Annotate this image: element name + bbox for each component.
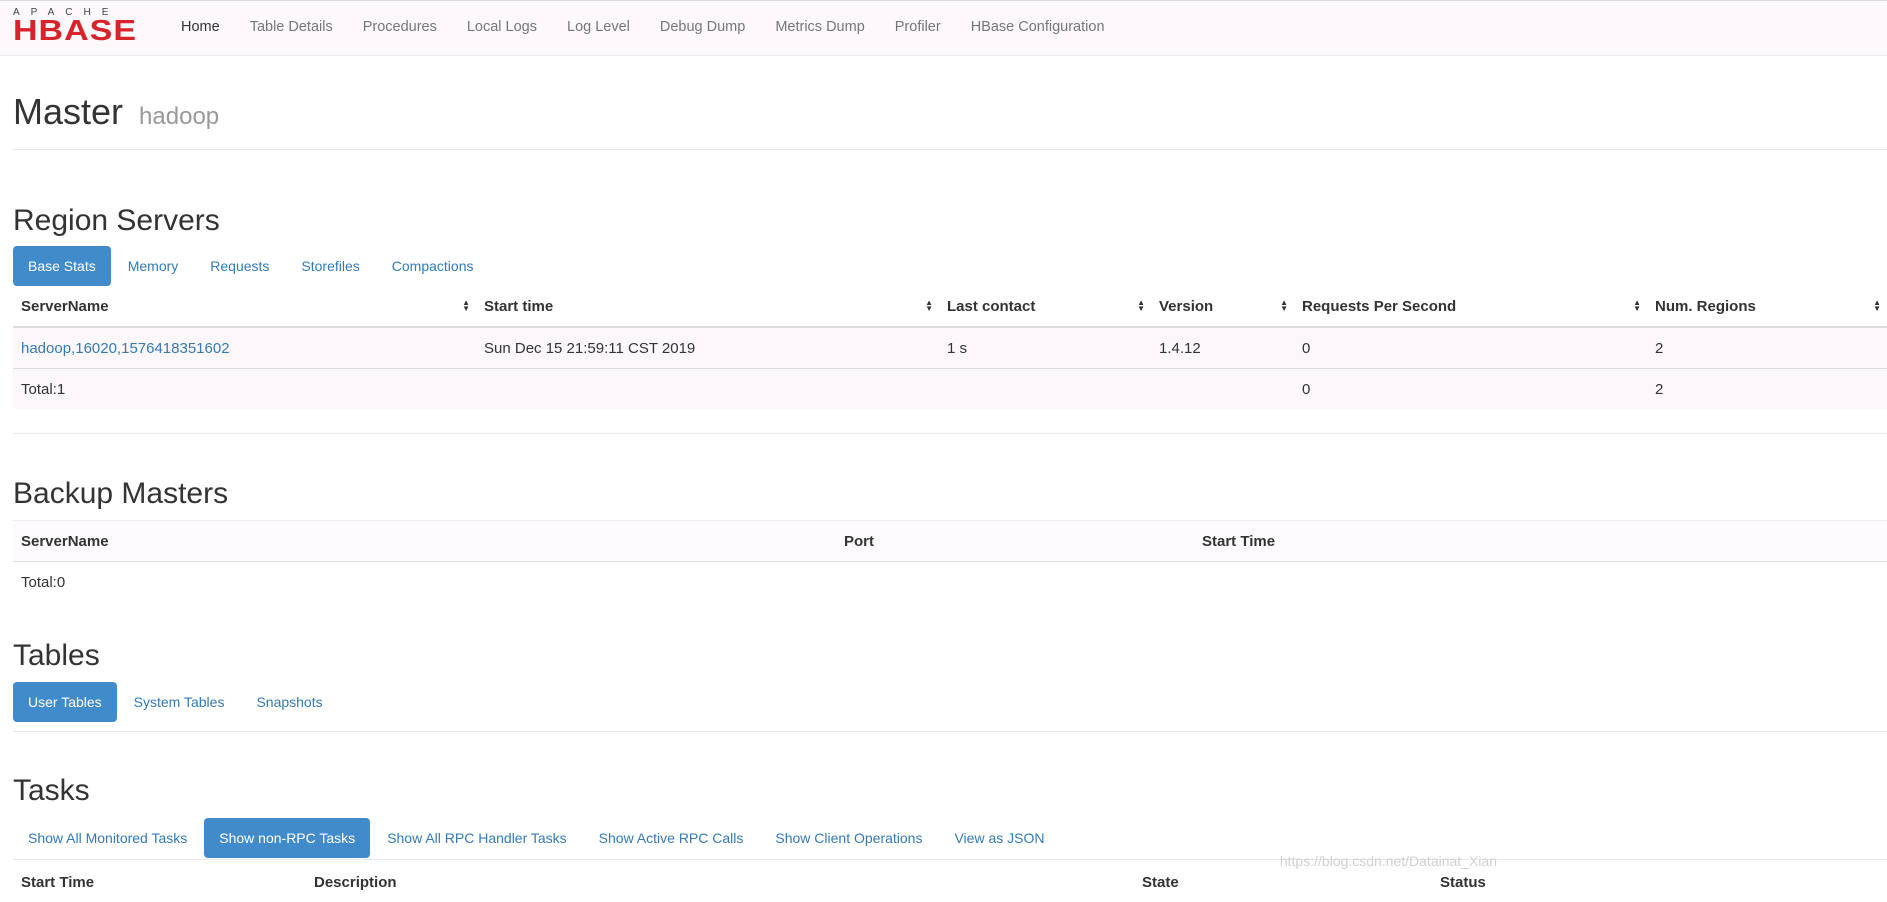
nav-metrics-dump[interactable]: Metrics Dump	[760, 1, 879, 53]
tab-rpc-handler-tasks[interactable]: Show All RPC Handler Tasks	[372, 818, 581, 858]
tab-base-stats[interactable]: Base Stats	[13, 246, 111, 286]
cell-start-time: Sun Dec 15 21:59:11 CST 2019	[476, 327, 939, 369]
nav-hbase-configuration[interactable]: HBase Configuration	[956, 1, 1120, 53]
nav-home[interactable]: Home	[166, 1, 235, 53]
tab-view-as-json[interactable]: View as JSON	[939, 818, 1059, 858]
logo-hbase-text: HBASE	[13, 14, 138, 47]
tasks-tabs: Show All Monitored Tasks Show non-RPC Ta…	[13, 818, 1061, 858]
col-start-time-label: Start time	[484, 297, 554, 315]
tab-user-tables[interactable]: User Tables	[13, 682, 117, 722]
nav-table-details[interactable]: Table Details	[235, 1, 348, 53]
table-total-row: Total:0	[13, 562, 1887, 603]
bm-total-label: Total:0	[21, 573, 66, 591]
col-servername-label: ServerName	[21, 297, 109, 315]
nav-menu: Home Table Details Procedures Local Logs…	[166, 1, 1120, 53]
tab-storefiles[interactable]: Storefiles	[286, 246, 374, 286]
col-servername[interactable]: ServerName ▲ ▼	[13, 286, 476, 328]
tab-active-rpc-calls[interactable]: Show Active RPC Calls	[584, 818, 759, 858]
table-row: hadoop,16020,1576418351602 Sun Dec 15 21…	[13, 327, 1887, 369]
tab-client-operations[interactable]: Show Client Operations	[760, 818, 937, 858]
region-servers-table: ServerName ▲ ▼ Start time ▲ ▼ Last contact ▲ ▼…	[13, 286, 1887, 409]
cell-servername: hadoop,16020,1576418351602	[13, 327, 476, 369]
col-start-time[interactable]: Start time ▲ ▼	[476, 286, 939, 328]
nav-local-logs[interactable]: Local Logs	[452, 1, 552, 53]
page-title: Master hadoop	[13, 92, 219, 137]
tab-compactions[interactable]: Compactions	[377, 246, 489, 286]
cell-num-regions: 2	[1647, 327, 1887, 369]
watermark: https://blog.csdn.net/Datainat_Xian	[1279, 853, 1497, 869]
col-bm-start-time: Start Time	[1194, 520, 1887, 562]
col-task-start-time: Start Time	[21, 873, 95, 891]
divider	[13, 149, 1887, 150]
col-task-status: Status	[1440, 873, 1486, 891]
col-requests-per-second[interactable]: Requests Per Second ▲ ▼	[1294, 286, 1647, 328]
backup-masters-table: ServerName Port Start Time Total:0	[13, 520, 1887, 602]
cell-version: 1.4.12	[1151, 327, 1294, 369]
col-version[interactable]: Version ▲ ▼	[1151, 286, 1294, 328]
tables-title: Tables	[13, 639, 100, 672]
navbar: APACHE HBASE Home Table Details Procedur…	[0, 0, 1887, 56]
total-label: Total:1	[13, 368, 476, 409]
tab-snapshots[interactable]: Snapshots	[241, 682, 337, 722]
hbase-logo[interactable]: APACHE HBASE	[13, 8, 151, 46]
backup-masters-title: Backup Masters	[13, 477, 229, 510]
divider	[13, 859, 1887, 860]
cell-rps: 0	[1294, 327, 1647, 369]
tab-requests[interactable]: Requests	[195, 246, 284, 286]
tab-memory[interactable]: Memory	[113, 246, 194, 286]
sort-icon[interactable]: ▲ ▼	[1873, 299, 1881, 313]
tasks-table: Start Time Description State Status	[13, 862, 1887, 902]
nav-procedures[interactable]: Procedures	[348, 1, 452, 53]
region-servers-title: Region Servers	[13, 204, 220, 237]
col-last-contact-label: Last contact	[947, 297, 1036, 315]
total-regions: 2	[1647, 368, 1887, 409]
tab-system-tables[interactable]: System Tables	[119, 682, 240, 722]
col-bm-port: Port	[836, 520, 1194, 562]
server-link[interactable]: hadoop,16020,1576418351602	[21, 340, 230, 357]
col-last-contact[interactable]: Last contact ▲ ▼	[939, 286, 1151, 328]
total-rps: 0	[1294, 368, 1647, 409]
sort-icon[interactable]: ▲ ▼	[1633, 299, 1641, 313]
tab-non-rpc-tasks[interactable]: Show non-RPC Tasks	[204, 818, 371, 858]
col-num-regions-label: Num. Regions	[1655, 297, 1756, 315]
sort-icon[interactable]: ▲ ▼	[1137, 299, 1145, 313]
col-rps-label: Requests Per Second	[1302, 297, 1457, 315]
sort-icon[interactable]: ▲ ▼	[925, 299, 933, 313]
tab-all-monitored-tasks[interactable]: Show All Monitored Tasks	[13, 818, 202, 858]
col-task-description: Description	[314, 873, 397, 891]
nav-log-level[interactable]: Log Level	[552, 1, 645, 53]
col-num-regions[interactable]: Num. Regions ▲ ▼	[1647, 286, 1887, 328]
nav-profiler[interactable]: Profiler	[880, 1, 956, 53]
divider	[13, 731, 1887, 732]
nav-debug-dump[interactable]: Debug Dump	[645, 1, 760, 53]
divider	[13, 433, 1887, 434]
page-title-text: Master	[13, 91, 124, 132]
sort-icon[interactable]: ▲ ▼	[462, 299, 470, 313]
region-servers-tabs: Base Stats Memory Requests Storefiles Co…	[13, 246, 490, 286]
page-title-host: hadoop	[139, 103, 220, 130]
cell-last-contact: 1 s	[939, 327, 1151, 369]
sort-icon[interactable]: ▲ ▼	[1280, 299, 1288, 313]
tasks-title: Tasks	[13, 774, 90, 807]
tables-tabs: User Tables System Tables Snapshots	[13, 682, 340, 722]
table-total-row: Total:1 0 2	[13, 368, 1887, 409]
col-version-label: Version	[1159, 297, 1214, 315]
col-bm-servername: ServerName	[13, 520, 836, 562]
